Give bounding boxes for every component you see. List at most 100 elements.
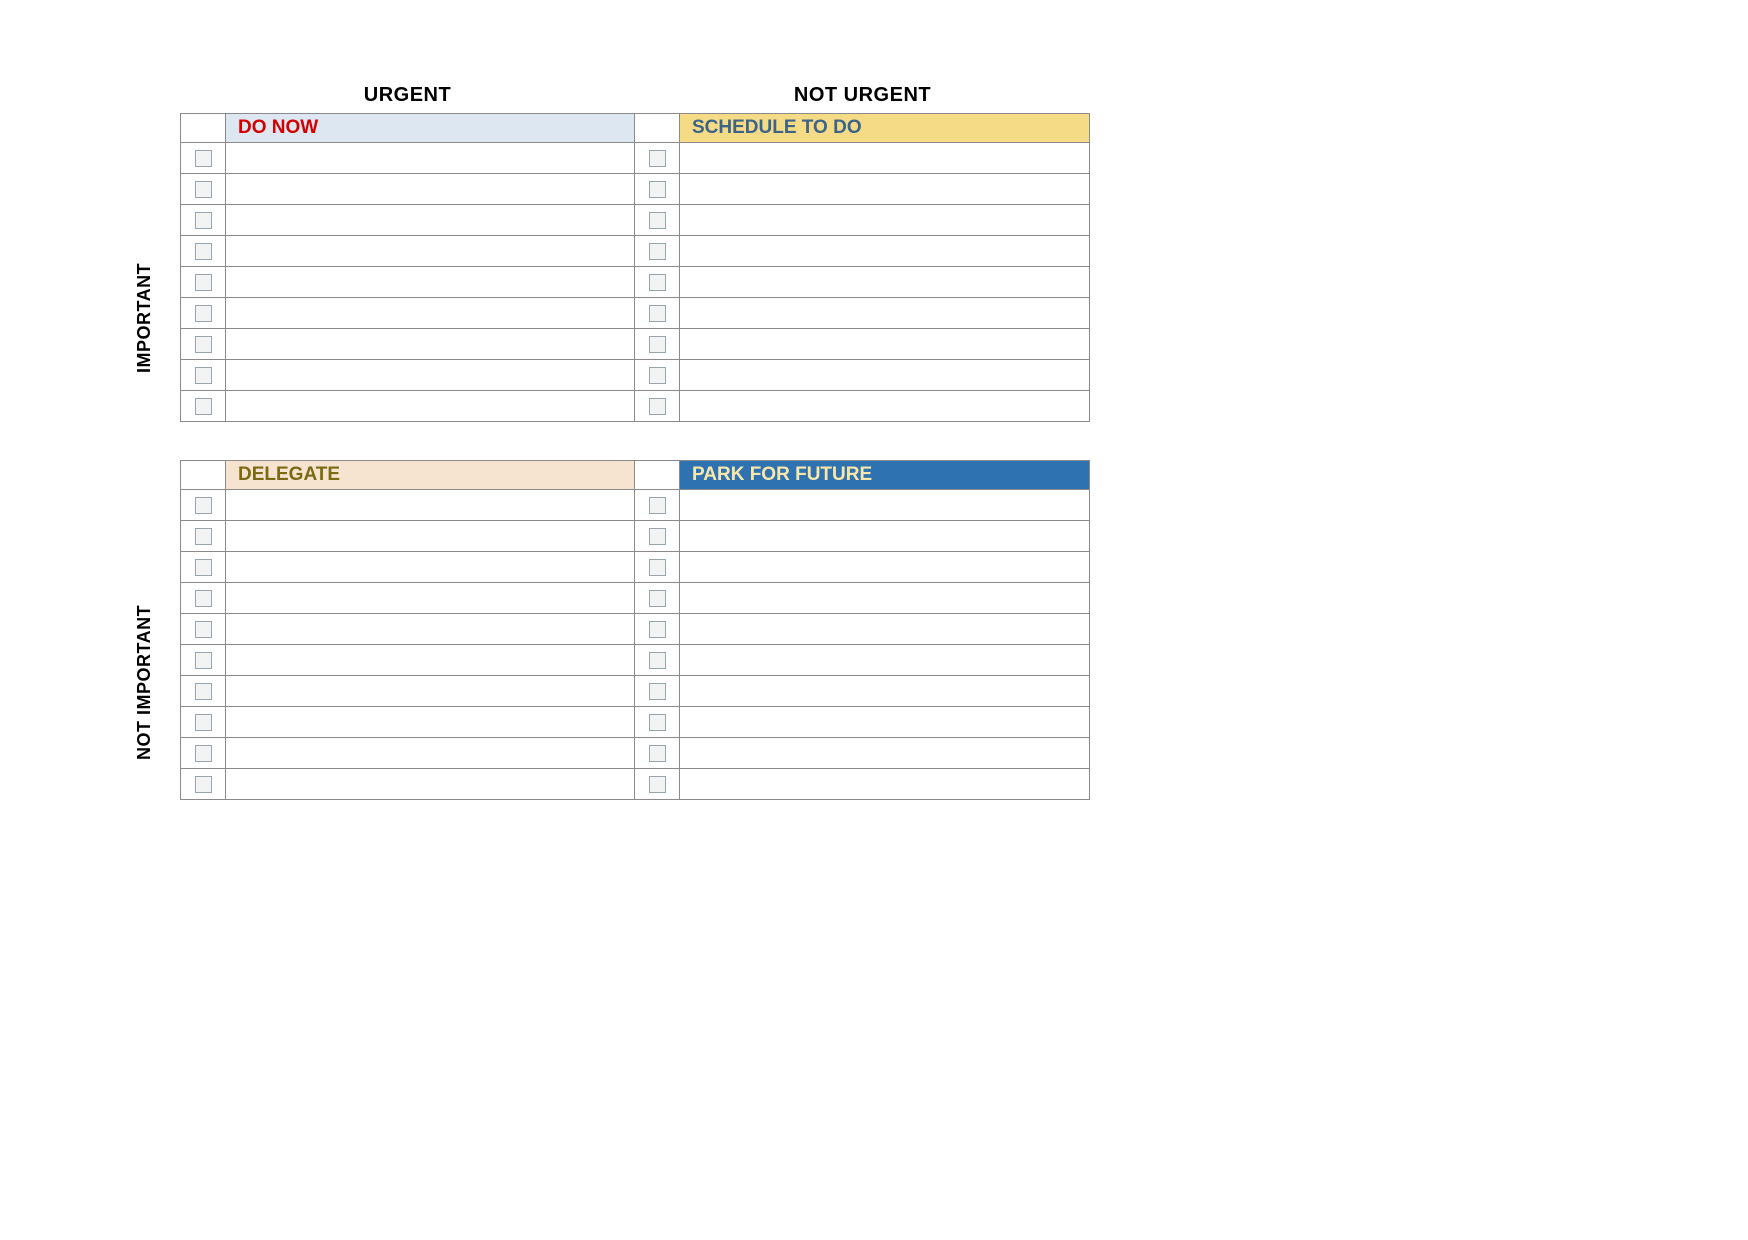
task-text[interactable] bbox=[680, 521, 1089, 551]
task-text[interactable] bbox=[680, 738, 1089, 768]
task-row bbox=[635, 205, 1090, 236]
task-text[interactable] bbox=[226, 614, 634, 644]
quadrant-do-now: DO NOW bbox=[180, 113, 635, 422]
task-text[interactable] bbox=[680, 267, 1089, 297]
task-checkbox[interactable] bbox=[649, 714, 666, 731]
task-checkbox[interactable] bbox=[649, 683, 666, 700]
task-text[interactable] bbox=[680, 552, 1089, 582]
task-text[interactable] bbox=[226, 552, 634, 582]
task-text[interactable] bbox=[226, 174, 634, 204]
task-checkbox[interactable] bbox=[195, 621, 212, 638]
task-row bbox=[180, 614, 635, 645]
checkbox-cell bbox=[635, 583, 680, 613]
task-text[interactable] bbox=[226, 298, 634, 328]
task-text[interactable] bbox=[226, 236, 634, 266]
checkbox-cell bbox=[635, 174, 680, 204]
task-text[interactable] bbox=[680, 298, 1089, 328]
task-text[interactable] bbox=[680, 490, 1089, 520]
task-checkbox[interactable] bbox=[649, 745, 666, 762]
task-row bbox=[180, 298, 635, 329]
task-checkbox[interactable] bbox=[649, 367, 666, 384]
task-checkbox[interactable] bbox=[195, 398, 212, 415]
checkbox-cell bbox=[635, 676, 680, 706]
title-spacer bbox=[181, 461, 226, 489]
task-text[interactable] bbox=[226, 583, 634, 613]
task-checkbox[interactable] bbox=[195, 745, 212, 762]
task-checkbox[interactable] bbox=[195, 274, 212, 291]
task-checkbox[interactable] bbox=[649, 336, 666, 353]
task-checkbox[interactable] bbox=[649, 652, 666, 669]
task-text[interactable] bbox=[226, 143, 634, 173]
task-checkbox[interactable] bbox=[195, 367, 212, 384]
task-row bbox=[635, 298, 1090, 329]
task-text[interactable] bbox=[226, 645, 634, 675]
task-text[interactable] bbox=[226, 707, 634, 737]
task-text[interactable] bbox=[226, 329, 634, 359]
task-checkbox[interactable] bbox=[195, 181, 212, 198]
task-text[interactable] bbox=[680, 614, 1089, 644]
task-text[interactable] bbox=[226, 205, 634, 235]
task-checkbox[interactable] bbox=[649, 621, 666, 638]
task-checkbox[interactable] bbox=[195, 243, 212, 260]
task-text[interactable] bbox=[680, 360, 1089, 390]
checkbox-cell bbox=[181, 490, 226, 520]
quadrant-park: PARK FOR FUTURE bbox=[635, 460, 1090, 800]
task-checkbox[interactable] bbox=[195, 336, 212, 353]
task-text[interactable] bbox=[226, 490, 634, 520]
task-checkbox[interactable] bbox=[195, 305, 212, 322]
checkbox-cell bbox=[181, 645, 226, 675]
task-row bbox=[180, 769, 635, 800]
task-row bbox=[635, 583, 1090, 614]
checkbox-cell bbox=[181, 521, 226, 551]
task-checkbox[interactable] bbox=[649, 243, 666, 260]
task-checkbox[interactable] bbox=[195, 652, 212, 669]
task-checkbox[interactable] bbox=[195, 212, 212, 229]
task-row bbox=[180, 738, 635, 769]
task-text[interactable] bbox=[680, 769, 1089, 799]
task-checkbox[interactable] bbox=[649, 181, 666, 198]
task-row bbox=[635, 676, 1090, 707]
task-text[interactable] bbox=[226, 738, 634, 768]
task-checkbox[interactable] bbox=[195, 590, 212, 607]
task-text[interactable] bbox=[226, 676, 634, 706]
task-checkbox[interactable] bbox=[195, 683, 212, 700]
task-checkbox[interactable] bbox=[195, 776, 212, 793]
task-row bbox=[635, 267, 1090, 298]
task-checkbox[interactable] bbox=[649, 776, 666, 793]
task-checkbox[interactable] bbox=[195, 150, 212, 167]
task-text[interactable] bbox=[680, 329, 1089, 359]
checkbox-cell bbox=[635, 645, 680, 675]
task-text[interactable] bbox=[680, 583, 1089, 613]
task-checkbox[interactable] bbox=[649, 212, 666, 229]
task-text[interactable] bbox=[680, 205, 1089, 235]
task-text[interactable] bbox=[226, 769, 634, 799]
task-text[interactable] bbox=[226, 391, 634, 421]
task-text[interactable] bbox=[680, 236, 1089, 266]
task-checkbox[interactable] bbox=[195, 528, 212, 545]
task-text[interactable] bbox=[680, 676, 1089, 706]
task-text[interactable] bbox=[680, 391, 1089, 421]
task-checkbox[interactable] bbox=[195, 559, 212, 576]
task-text[interactable] bbox=[226, 267, 634, 297]
task-checkbox[interactable] bbox=[649, 305, 666, 322]
task-checkbox[interactable] bbox=[195, 714, 212, 731]
task-checkbox[interactable] bbox=[649, 150, 666, 167]
checkbox-cell bbox=[181, 236, 226, 266]
task-row bbox=[180, 236, 635, 267]
task-row bbox=[635, 645, 1090, 676]
checkbox-cell bbox=[635, 707, 680, 737]
task-text[interactable] bbox=[680, 707, 1089, 737]
task-text[interactable] bbox=[226, 360, 634, 390]
task-text[interactable] bbox=[226, 521, 634, 551]
task-text[interactable] bbox=[680, 645, 1089, 675]
task-checkbox[interactable] bbox=[649, 497, 666, 514]
task-text[interactable] bbox=[680, 174, 1089, 204]
task-checkbox[interactable] bbox=[649, 559, 666, 576]
task-checkbox[interactable] bbox=[649, 274, 666, 291]
task-text[interactable] bbox=[680, 143, 1089, 173]
task-checkbox[interactable] bbox=[649, 590, 666, 607]
task-checkbox[interactable] bbox=[649, 528, 666, 545]
task-checkbox[interactable] bbox=[195, 497, 212, 514]
task-checkbox[interactable] bbox=[649, 398, 666, 415]
important-block: IMPORTANT DO NOW SCHEDULE TO DO bbox=[180, 113, 1190, 422]
